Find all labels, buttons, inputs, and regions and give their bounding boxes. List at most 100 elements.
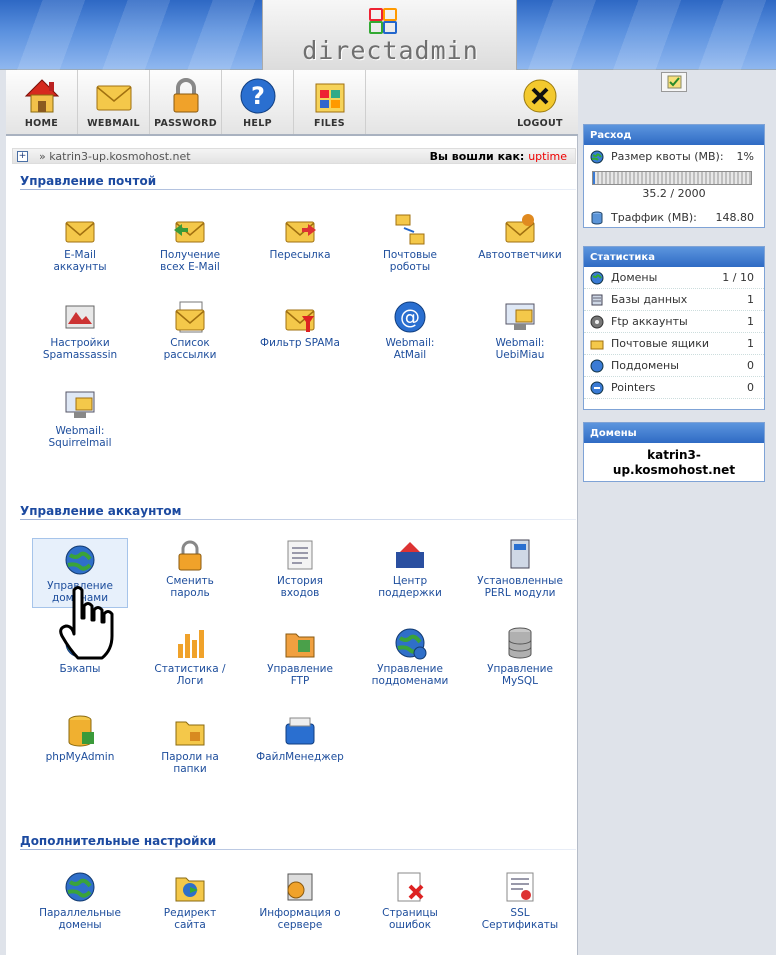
mail-item[interactable]: Фильтр SPAMа [252,300,348,349]
subdomain-globe-icon [392,626,428,660]
stats-row-label: Домены [611,271,658,284]
webmail-button[interactable]: WEBMAIL [78,70,150,134]
ftp-icon [590,315,604,329]
globe-icon [62,870,98,904]
breadcrumb-path[interactable]: » katrin3-up.kosmohost.net [39,150,191,163]
mail-item[interactable]: Webmail: Squirrelmail [32,388,128,449]
account-item[interactable]: Центр поддержки [362,538,458,599]
mail-item[interactable]: @ Webmail: AtMail [362,300,458,361]
expand-icon[interactable]: + [17,151,28,162]
certificate-icon [502,870,538,904]
at-sign-icon: @ [392,300,428,334]
mail-item[interactable]: Webmail: UebiMiau [472,300,568,361]
account-item[interactable]: ФайлМенеджер [252,714,348,763]
mail-item[interactable]: Список рассылки [142,300,238,361]
domain-link[interactable]: katrin3- up.kosmohost.net [584,443,764,478]
mail-item[interactable]: E-Mail аккаунты [32,212,128,273]
account-item-label: Статистика / Логи [154,663,226,687]
log-icon [282,538,318,572]
stats-row: Ftp аккаунты 1 [584,311,764,333]
account-item[interactable]: Управление поддоменами [362,626,458,687]
mail-item-label: Webmail: Squirrelmail [48,425,112,449]
toolbar: HOME WEBMAIL PASSWORD ? HELP FILES LOGOU… [6,70,578,136]
extra-item[interactable]: Параллельные домены [32,870,128,931]
account-item[interactable]: phpMyAdmin [32,714,128,763]
help-button[interactable]: ? HELP [222,70,294,134]
mail-item[interactable]: Настройки Spamassassin [32,300,128,361]
mail-item[interactable]: Автоответчики [472,212,568,261]
extra-item-label: Информация о сервере [259,907,341,931]
mail-item[interactable]: Получение всех E-Mail [142,212,238,273]
stats-list: Домены 1 / 10 Базы данных 1 Ftp аккаунты 1 Поч… [584,267,764,399]
monitor-mail-icon [62,388,98,422]
mail-item-label: Автоответчики [478,249,562,261]
logo[interactable]: directadmin [262,0,517,70]
stats-row-value: 1 [747,315,754,328]
stats-row-label: Базы данных [611,293,688,306]
account-item[interactable]: Статистика / Логи [142,626,238,687]
account-item[interactable]: Установленные PERL модули [472,538,568,599]
mail-item-label: E-Mail аккаунты [53,249,107,273]
mail-item[interactable]: Почтовые роботы [362,212,458,273]
account-item[interactable]: Управление FTP [252,626,348,687]
extra-item[interactable]: Информация о сервере [252,870,348,931]
extra-item-label: Параллельные домены [39,907,121,931]
logout-button[interactable]: LOGOUT [502,70,578,134]
stats-row: Поддомены 0 [584,355,764,377]
stats-row-value: 0 [747,359,754,372]
extra-item[interactable]: Страницы ошибок [362,870,458,931]
logout-label: LOGOUT [517,118,563,129]
section-title-mail: Управление почтой [20,174,157,188]
mail-item-label: Фильтр SPAMа [260,337,340,349]
extra-item[interactable]: Редирект сайта [142,870,238,931]
stats-row-label: Поддомены [611,359,679,372]
ftp-folder-icon [282,626,318,660]
notes-icon[interactable] [661,72,687,92]
home-label: HOME [24,118,59,129]
account-item-label: История входов [277,575,323,599]
account-item-label: Центр поддержки [378,575,442,599]
domains-panel: Домены katrin3- up.kosmohost.net [583,422,765,482]
account-item[interactable]: Пароли на папки [142,714,238,775]
forward-mail-icon [282,212,318,246]
mail-item[interactable]: Пересылка [252,212,348,261]
autoresponder-icon [502,212,538,246]
globe-icon [590,150,604,164]
database-icon [502,626,538,660]
traffic-label: Траффик (MB): [611,211,697,224]
mail-item-label: Пересылка [269,249,331,261]
domains-title: Домены [584,423,764,443]
section-divider [20,849,576,850]
account-item[interactable]: История входов [252,538,348,599]
stats-row-value: 0 [747,381,754,394]
mail-item-label: Почтовые роботы [382,249,437,273]
home-button[interactable]: HOME [6,70,78,134]
mail-item-label: Настройки Spamassassin [42,337,118,361]
webmail-label: WEBMAIL [87,118,140,129]
files-button[interactable]: FILES [294,70,366,134]
spamassassin-icon [62,300,98,334]
account-item[interactable]: Сменить пароль [142,538,238,599]
stats-row-value: 1 [747,337,754,350]
envelope-icon [62,212,98,246]
server-info-icon [282,870,318,904]
folder-lock-icon [172,714,208,748]
files-icon [310,76,350,116]
section-title-account: Управление аккаунтом [20,504,182,518]
password-button[interactable]: PASSWORD [150,70,222,134]
account-item-label: Управление поддоменами [371,663,449,687]
phpmyadmin-icon [62,714,98,748]
account-item-label: Управление MySQL [487,663,553,687]
account-item-label: Сменить пароль [166,575,214,599]
stats-chart-icon [172,626,208,660]
globe-icon [62,543,98,577]
webmail-icon [94,76,134,116]
account-item-label: Управление FTP [267,663,333,687]
extra-item[interactable]: SSL Сертификаты [472,870,568,931]
mailing-list-icon [172,300,208,334]
database-icon [590,293,604,307]
account-item[interactable]: Управление MySQL [472,626,568,687]
account-item-label: Пароли на папки [161,751,219,775]
stats-row: Pointers 0 [584,377,764,399]
spam-filter-icon [282,300,318,334]
